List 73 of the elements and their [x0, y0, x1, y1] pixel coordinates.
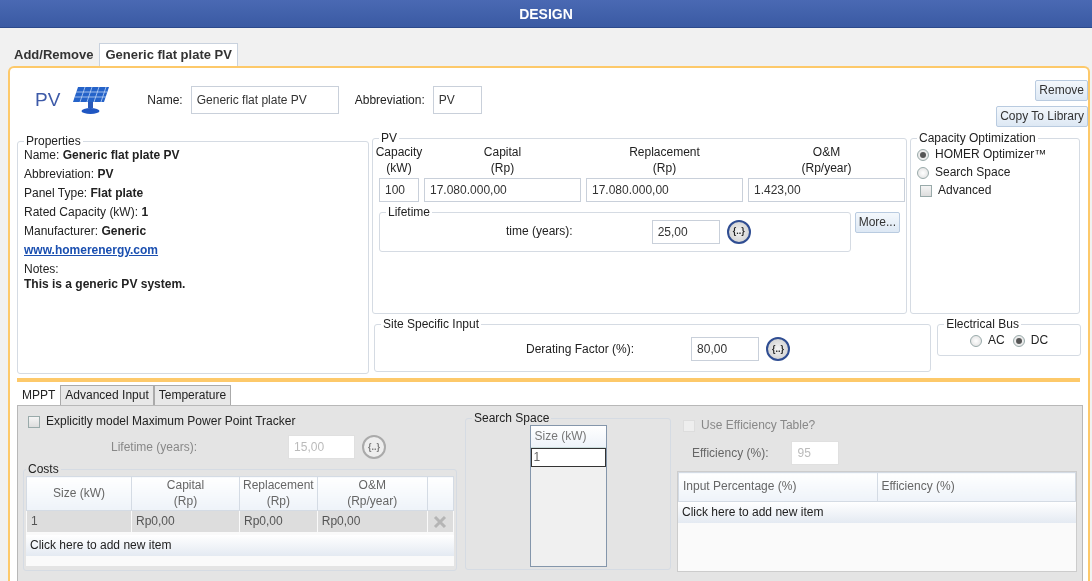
website-link[interactable]: www.homerenergy.com — [24, 243, 159, 258]
group-title: Capacity Optimization — [918, 132, 1037, 146]
tab[interactable]: Advanced Input — [60, 385, 154, 405]
table-cell-text: Rp0,00 — [320, 513, 362, 531]
sensitivity-button[interactable]: {..} — [766, 337, 791, 362]
column-header: Input Percentage (%) — [678, 472, 877, 502]
column-header: Replacement (Rp) — [239, 476, 318, 511]
name-field[interactable]: Generic flat plate PV — [190, 86, 339, 114]
input-field[interactable]: 80,00 — [691, 337, 760, 362]
field-label: Derating Factor (%): — [526, 341, 635, 357]
radio-label: DC — [1030, 333, 1049, 349]
group-title: Costs — [27, 463, 60, 477]
checkbox[interactable] — [28, 415, 40, 428]
table-cell-text: 1 — [30, 513, 39, 531]
radio-button[interactable] — [917, 166, 929, 179]
group-title: Lifetime — [387, 206, 432, 220]
property-text: Manufacturer: Generic — [24, 224, 148, 240]
field-label: Efficiency (%): — [692, 445, 769, 461]
checkbox-label: Use Efficiency Table? — [701, 418, 816, 433]
column-header: Efficiency (%) — [877, 472, 1076, 502]
radio-label: HOMER Optimizer™ — [935, 147, 1047, 163]
column-header: Size (kW) — [26, 476, 132, 511]
column-header: O&M (Rp/year) — [801, 145, 852, 177]
column-header: Replacement (Rp) — [629, 145, 700, 177]
window-title: DESIGN — [0, 0, 1092, 28]
more-button[interactable]: More... — [854, 212, 900, 234]
delete-icon[interactable] — [433, 515, 448, 530]
table-cell-text: Rp0,00 — [243, 513, 284, 531]
group-title: PV — [380, 132, 398, 146]
group-title: Site Specific Input — [382, 318, 481, 332]
action-button[interactable]: Remove — [1035, 80, 1088, 101]
abbreviation-field[interactable]: PV — [432, 86, 482, 114]
notes-text: This is a generic PV system. — [24, 277, 187, 293]
field-label: Abbreviation: — [354, 92, 425, 108]
tab[interactable]: Temperature — [153, 385, 232, 405]
group-title: Search Space — [473, 412, 551, 426]
group-title: Electrical Bus — [945, 318, 1020, 332]
checkbox-label: Advanced — [938, 183, 992, 199]
table-cell[interactable]: 1 — [530, 448, 606, 468]
sensitivity-button[interactable]: {..} — [726, 219, 751, 244]
property-text: Rated Capacity (kW): 1 — [24, 205, 150, 221]
input-field[interactable]: 1.423,00 — [748, 178, 905, 203]
field-label: Lifetime (years): — [111, 439, 198, 455]
checkbox[interactable] — [920, 184, 932, 197]
group-title: Properties — [25, 135, 82, 149]
radio-label: Search Space — [935, 165, 1011, 181]
checkbox-label: Explicitly model Maximum Power Point Tracker — [46, 414, 296, 429]
property-text: Name: Generic flat plate PV — [24, 148, 181, 164]
radio-button[interactable] — [970, 334, 983, 347]
solar-panel-icon — [72, 85, 111, 115]
column-header: Capacity (kW) — [375, 145, 423, 177]
radio-button[interactable] — [917, 148, 929, 161]
field-label: time (years): — [506, 224, 573, 240]
radio-button[interactable] — [1012, 334, 1025, 347]
tab[interactable]: Add/Remove — [8, 42, 100, 66]
input-field[interactable]: 17.080.000,00 — [424, 178, 581, 203]
input-field[interactable]: 17.080.000,00 — [586, 178, 743, 203]
column-header: Size (kW) — [530, 426, 606, 449]
field-label: Name: — [147, 92, 183, 108]
input-field[interactable]: 25,00 — [651, 219, 720, 244]
table-cell-text: Rp0,00 — [135, 513, 176, 531]
column-header: O&M (Rp/year) — [317, 476, 428, 511]
notes-label: Notes: — [24, 262, 60, 278]
radio-label: AC — [988, 333, 1005, 349]
tab[interactable]: Generic flat plate PV — [99, 42, 238, 66]
column-header: Capital (Rp) — [483, 145, 522, 177]
property-text: Abbreviation: PV — [24, 167, 115, 183]
property-text: Panel Type: Flat plate — [24, 186, 145, 202]
input-field[interactable]: 100 — [379, 178, 419, 203]
action-button[interactable]: Copy To Library — [996, 106, 1088, 127]
column-header: Capital (Rp) — [131, 476, 240, 511]
add-item-row[interactable]: Click here to add new item — [26, 535, 454, 557]
component-logo: PV — [35, 88, 61, 112]
